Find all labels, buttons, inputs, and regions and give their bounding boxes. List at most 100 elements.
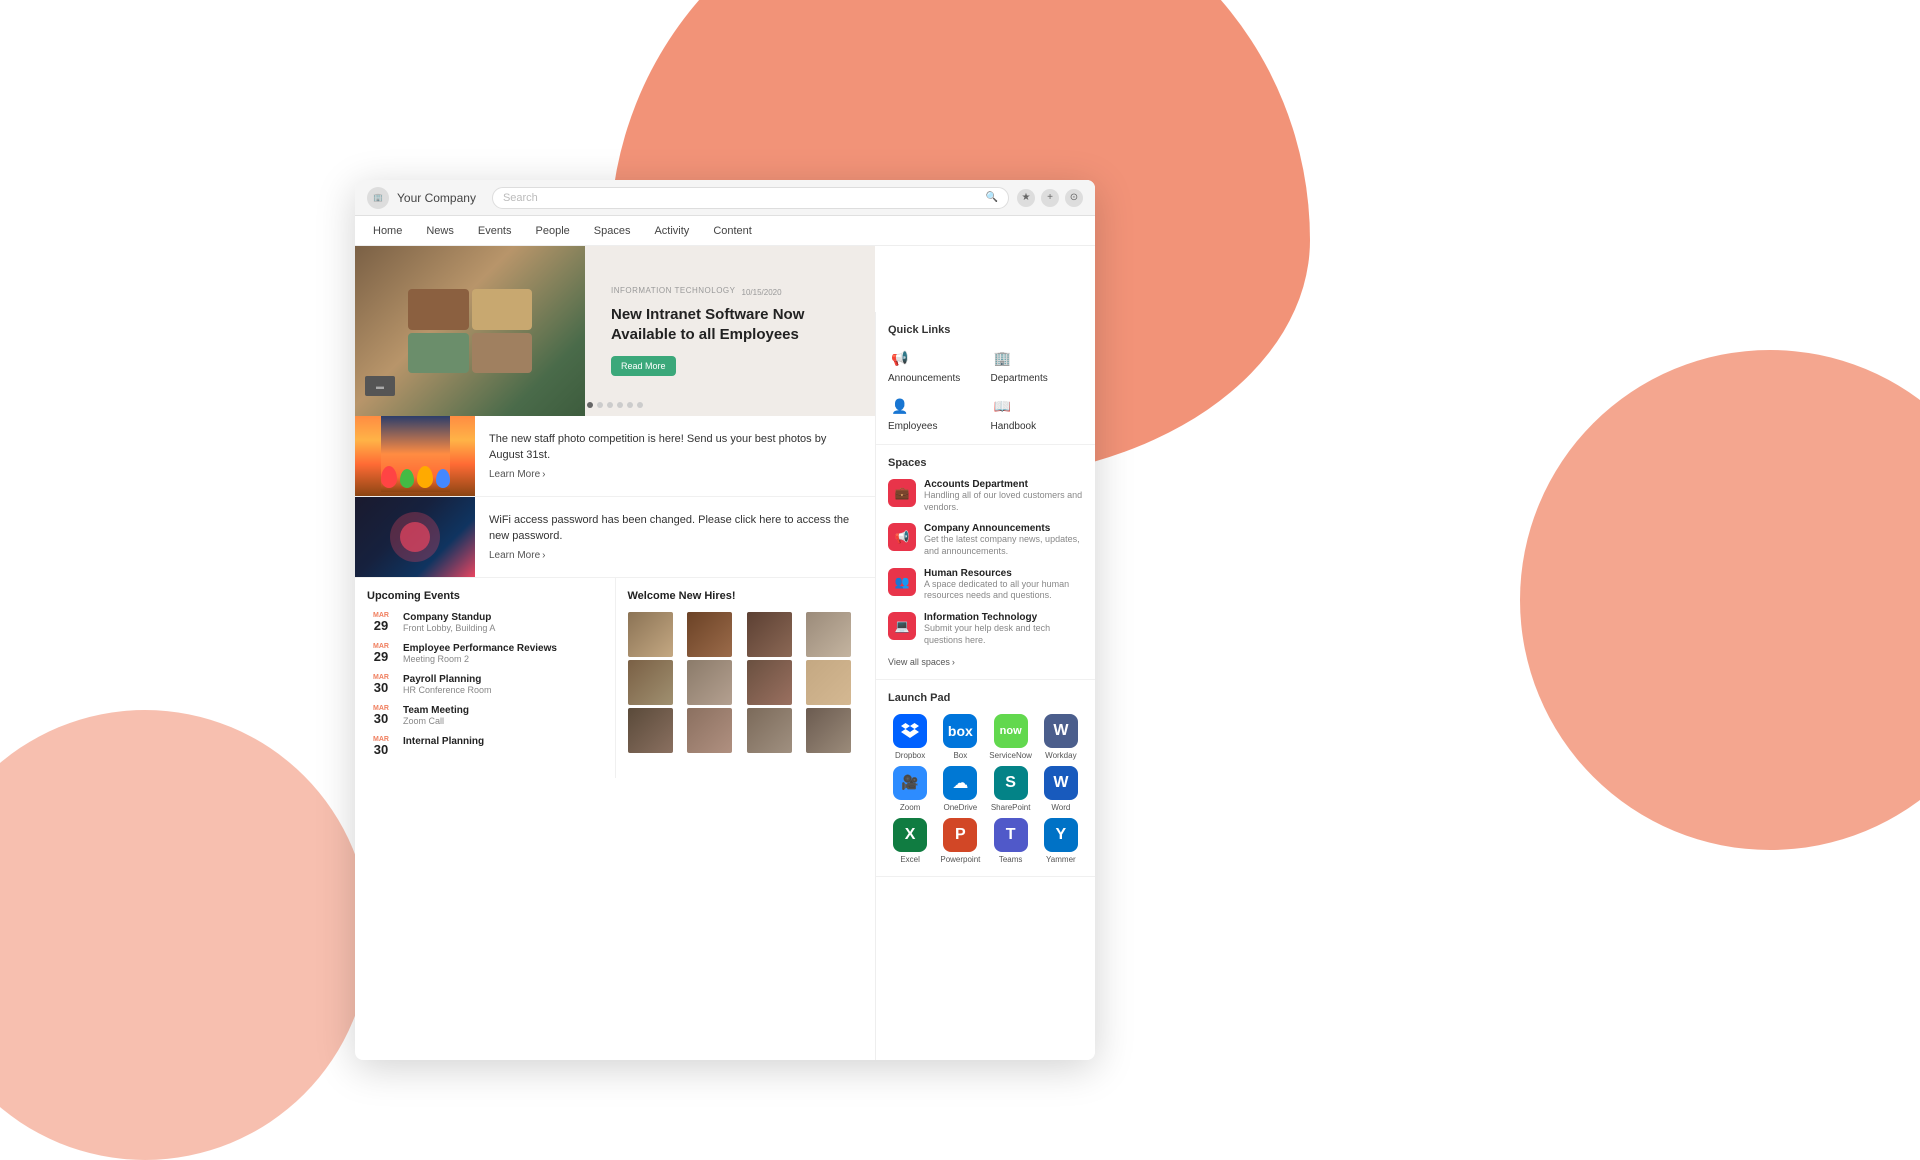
video-cell-2 [472, 289, 533, 330]
user-icon[interactable]: ⊙ [1065, 189, 1083, 207]
app-teams[interactable]: T Teams [989, 818, 1033, 864]
hero-carousel: ▬ INFORMATION TECHNOLOGY 10/15/2020 New … [355, 246, 875, 416]
event-date-3: MAR 30 [367, 674, 395, 694]
quick-links-card: Quick Links 📢 Announcements 🏢 Department… [876, 312, 1095, 445]
news-link-1[interactable]: Learn More › [489, 469, 861, 480]
dot-2[interactable] [597, 402, 603, 408]
video-cell-4 [472, 333, 533, 374]
hire-photo-8[interactable] [806, 660, 851, 705]
new-hires-section: Welcome New Hires! [616, 578, 876, 778]
news-text-2: WiFi access password has been changed. P… [489, 513, 861, 544]
browser-action-icons: ★ + ⊙ [1017, 189, 1083, 207]
employees-label: Employees [888, 421, 937, 432]
servicenow-icon: now [994, 714, 1028, 748]
right-sidebar: Quick Links 📢 Announcements 🏢 Department… [875, 312, 1095, 1060]
dot-6[interactable] [637, 402, 643, 408]
quick-links-title: Quick Links [888, 324, 1083, 336]
event-item-4: MAR 30 Team Meeting Zoom Call [367, 705, 603, 726]
quick-link-employees[interactable]: 👤 Employees [888, 394, 981, 432]
hire-photo-11[interactable] [747, 708, 792, 753]
spaces-card: Spaces 💼 Accounts Department Handling al… [876, 445, 1095, 680]
balloon-3 [417, 466, 433, 488]
teams-icon: T [994, 818, 1028, 852]
app-zoom[interactable]: 🎥 Zoom [888, 766, 932, 812]
app-word[interactable]: W Word [1039, 766, 1083, 812]
onedrive-icon: ☁ [943, 766, 977, 800]
hire-photo-5[interactable] [628, 660, 673, 705]
laptop-icon: ▬ [365, 376, 395, 396]
news-item-1: The new staff photo competition is here!… [355, 416, 875, 497]
app-sharepoint[interactable]: S SharePoint [989, 766, 1033, 812]
hero-image-inner: ▬ [355, 246, 585, 416]
event-info-1: Company Standup Front Lobby, Building A [403, 612, 495, 633]
space-it[interactable]: 💻 Information Technology Submit your hel… [888, 612, 1083, 646]
app-yammer[interactable]: Y Yammer [1039, 818, 1083, 864]
app-workday[interactable]: W Workday [1039, 714, 1083, 760]
view-all-spaces-link[interactable]: View all spaces › [888, 657, 1083, 667]
video-cell-1 [408, 289, 469, 330]
box-icon: box [943, 714, 977, 748]
events-section: Upcoming Events MAR 29 Company Standup F… [355, 578, 616, 778]
hire-photo-1[interactable] [628, 612, 673, 657]
app-box[interactable]: box Box [938, 714, 982, 760]
add-tab-icon[interactable]: + [1041, 189, 1059, 207]
space-hr[interactable]: 👥 Human Resources A space dedicated to a… [888, 568, 1083, 602]
app-dropbox[interactable]: Dropbox [888, 714, 932, 760]
company-name: Your Company [397, 191, 476, 205]
event-info-2: Employee Performance Reviews Meeting Roo… [403, 643, 557, 664]
navigation-bar: Home News Events People Spaces Activity … [355, 216, 1095, 246]
hero-category: INFORMATION TECHNOLOGY [611, 286, 736, 295]
space-accounts-icon: 💼 [888, 479, 916, 507]
star-icon[interactable]: ★ [1017, 189, 1035, 207]
nav-news[interactable]: News [424, 216, 456, 245]
quick-link-announcements[interactable]: 📢 Announcements [888, 346, 981, 384]
workday-icon: W [1044, 714, 1078, 748]
app-onedrive[interactable]: ☁ OneDrive [938, 766, 982, 812]
nav-content[interactable]: Content [711, 216, 754, 245]
hire-photo-12[interactable] [806, 708, 851, 753]
app-powerpoint[interactable]: P Powerpoint [938, 818, 982, 864]
background-blob-right [1520, 350, 1920, 850]
space-accounts-info: Accounts Department Handling all of our … [924, 479, 1083, 513]
hire-photo-10[interactable] [687, 708, 732, 753]
nav-people[interactable]: People [534, 216, 572, 245]
nav-spaces[interactable]: Spaces [592, 216, 633, 245]
space-accounts[interactable]: 💼 Accounts Department Handling all of ou… [888, 479, 1083, 513]
balloon-2 [400, 469, 414, 488]
departments-label: Departments [991, 373, 1048, 384]
event-item-1: MAR 29 Company Standup Front Lobby, Buil… [367, 612, 603, 633]
event-info-3: Payroll Planning HR Conference Room [403, 674, 492, 695]
event-date-1: MAR 29 [367, 612, 395, 632]
nav-events[interactable]: Events [476, 216, 514, 245]
zoom-icon: 🎥 [893, 766, 927, 800]
space-announcements[interactable]: 📢 Company Announcements Get the latest c… [888, 523, 1083, 557]
hire-photo-6[interactable] [687, 660, 732, 705]
handbook-label: Handbook [991, 421, 1037, 432]
dot-5[interactable] [627, 402, 633, 408]
app-servicenow[interactable]: now ServiceNow [989, 714, 1033, 760]
company-logo: 🏢 [367, 187, 389, 209]
hero-cta-button[interactable]: Read More [611, 356, 676, 376]
hire-photo-2[interactable] [687, 612, 732, 657]
hire-photo-9[interactable] [628, 708, 673, 753]
yammer-icon: Y [1044, 818, 1078, 852]
search-bar[interactable]: Search 🔍 [492, 187, 1009, 209]
hire-photo-4[interactable] [806, 612, 851, 657]
app-excel[interactable]: X Excel [888, 818, 932, 864]
hire-photo-7[interactable] [747, 660, 792, 705]
quick-link-departments[interactable]: 🏢 Departments [991, 346, 1084, 384]
news-item-2: WiFi access password has been changed. P… [355, 497, 875, 578]
dot-4[interactable] [617, 402, 623, 408]
search-placeholder: Search [503, 192, 538, 204]
news-link-2[interactable]: Learn More › [489, 550, 861, 561]
launchpad-grid: Dropbox box Box now ServiceNow W Workday [888, 714, 1083, 864]
events-title: Upcoming Events [367, 590, 603, 602]
balloon-1 [381, 466, 397, 488]
nav-home[interactable]: Home [371, 216, 404, 245]
hire-photo-3[interactable] [747, 612, 792, 657]
quick-link-handbook[interactable]: 📖 Handbook [991, 394, 1084, 432]
nav-activity[interactable]: Activity [652, 216, 691, 245]
dot-1[interactable] [587, 402, 593, 408]
dot-3[interactable] [607, 402, 613, 408]
hero-image: ▬ [355, 246, 585, 416]
